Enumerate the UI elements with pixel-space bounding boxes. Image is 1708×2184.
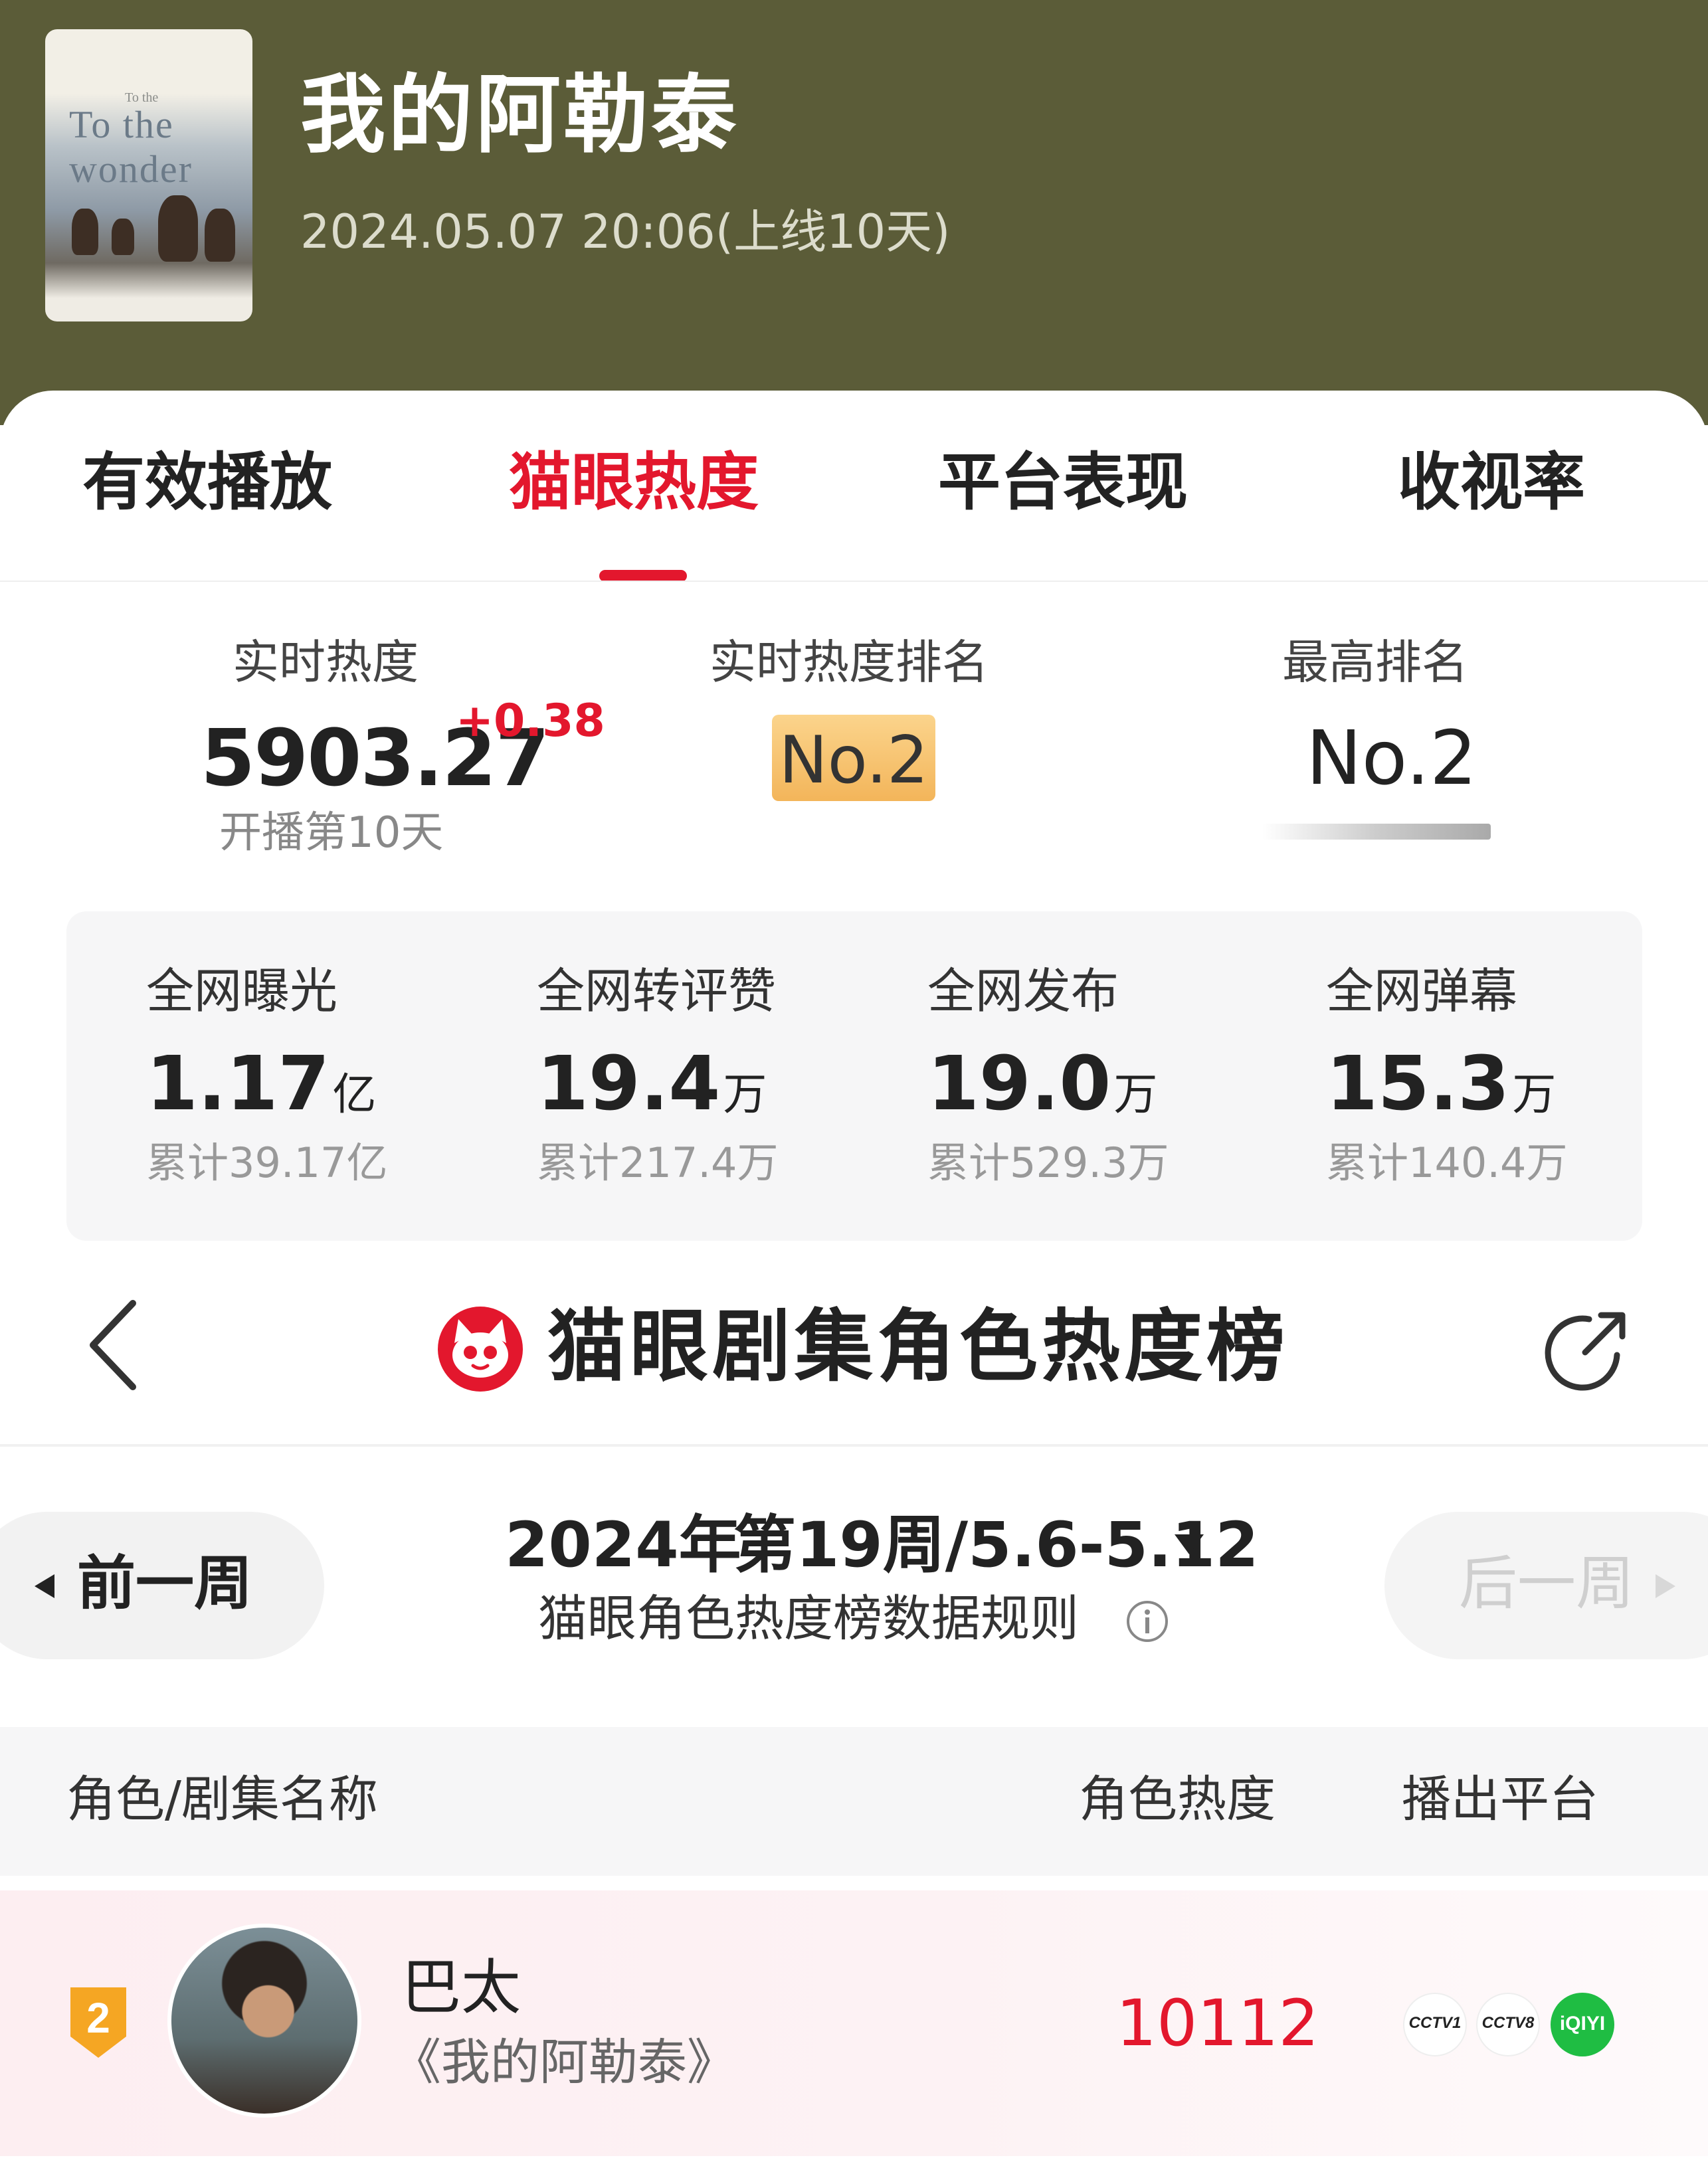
- network-stat-label: 全网发布: [927, 963, 1119, 1019]
- network-stat-label: 全网曝光: [146, 963, 338, 1019]
- rank-shield-icon: 2: [65, 1983, 132, 2062]
- network-stat-label: 全网弹幕: [1326, 963, 1518, 1019]
- poster-figure: [112, 219, 134, 255]
- next-arrow-icon: [1656, 1574, 1675, 1598]
- chart-title: 猫眼剧集角色热度榜: [547, 1301, 1289, 1392]
- column-header-name: 角色/剧集名称: [66, 1771, 378, 1828]
- network-stat-value: 19.4万: [537, 1041, 767, 1127]
- column-header-heat: 角色热度: [1079, 1771, 1276, 1828]
- show-poster[interactable]: To the To the wonder: [45, 29, 252, 321]
- tab-ratings[interactable]: 收视率: [1398, 452, 1585, 514]
- network-stat-value: 15.3万: [1326, 1041, 1557, 1127]
- network-stat-cumulative: 累计529.3万: [927, 1138, 1169, 1187]
- network-stat-value: 19.0万: [927, 1041, 1158, 1127]
- best-rank-value: No.2: [1306, 715, 1477, 802]
- prev-week-label: 前一周: [77, 1549, 253, 1617]
- rank-number: 2: [86, 1994, 110, 2042]
- cctv8-icon: CCTV8: [1476, 1993, 1540, 2056]
- tab-effective-play[interactable]: 有效播放: [82, 452, 332, 514]
- best-rank-label: 最高排名: [1282, 635, 1468, 689]
- network-stat-cumulative: 累计217.4万: [537, 1138, 779, 1187]
- role-heat-score: 10112: [1116, 1986, 1319, 2060]
- poster-title-text: To the wonder: [69, 103, 193, 191]
- back-chevron-icon[interactable]: [80, 1295, 146, 1395]
- realtime-heat-delta: +0.38: [456, 695, 605, 747]
- best-rank-underline: [1262, 824, 1491, 840]
- maoyan-cat-logo-icon: [436, 1305, 525, 1394]
- tabs-divider: [0, 581, 1708, 582]
- next-week-button[interactable]: 后一周: [1384, 1512, 1708, 1659]
- data-rules-link[interactable]: 猫眼角色热度榜数据规则: [538, 1594, 1079, 1643]
- poster-figure: [72, 209, 98, 255]
- role-name[interactable]: 巴太: [401, 1958, 521, 2018]
- poster-figure: [205, 209, 235, 262]
- share-icon[interactable]: [1539, 1305, 1632, 1398]
- info-icon[interactable]: [1125, 1599, 1169, 1643]
- tab-maoyan-heat[interactable]: 猫眼热度: [509, 452, 759, 514]
- network-stat-label: 全网转评赞: [537, 963, 777, 1019]
- realtime-rank-label: 实时热度排名: [710, 635, 989, 689]
- show-title: 我的阿勒泰: [300, 66, 739, 165]
- realtime-rank-badge: No.2: [772, 715, 935, 801]
- caret-down-icon[interactable]: [1175, 1534, 1204, 1554]
- poster-figure: [158, 195, 198, 262]
- network-stat-cumulative: 累计39.17亿: [146, 1138, 388, 1187]
- series-name: 《我的阿勒泰》: [392, 2034, 736, 2091]
- network-stat-value: 1.17亿: [146, 1041, 377, 1127]
- iqiyi-icon: iQIYI: [1551, 1993, 1614, 2056]
- days-since-premiere: 开播第10天: [219, 808, 444, 858]
- column-header-platform: 播出平台: [1402, 1771, 1598, 1828]
- next-week-label: 后一周: [1459, 1549, 1635, 1617]
- show-release-date: 2024.05.07 20:06(上线10天): [300, 205, 951, 259]
- tab-platform-performance[interactable]: 平台表现: [938, 452, 1188, 514]
- cctv1-icon: CCTV1: [1403, 1993, 1467, 2056]
- week-year[interactable]: 2024年: [505, 1514, 741, 1577]
- prev-week-button[interactable]: 前一周: [0, 1512, 324, 1659]
- realtime-rank-value: No.2: [779, 723, 929, 798]
- realtime-heat-label: 实时热度: [233, 635, 419, 689]
- prev-arrow-icon: [35, 1574, 54, 1598]
- character-avatar[interactable]: [167, 1924, 361, 2118]
- network-stat-cumulative: 累计140.4万: [1326, 1138, 1568, 1187]
- chart-divider: [0, 1444, 1708, 1447]
